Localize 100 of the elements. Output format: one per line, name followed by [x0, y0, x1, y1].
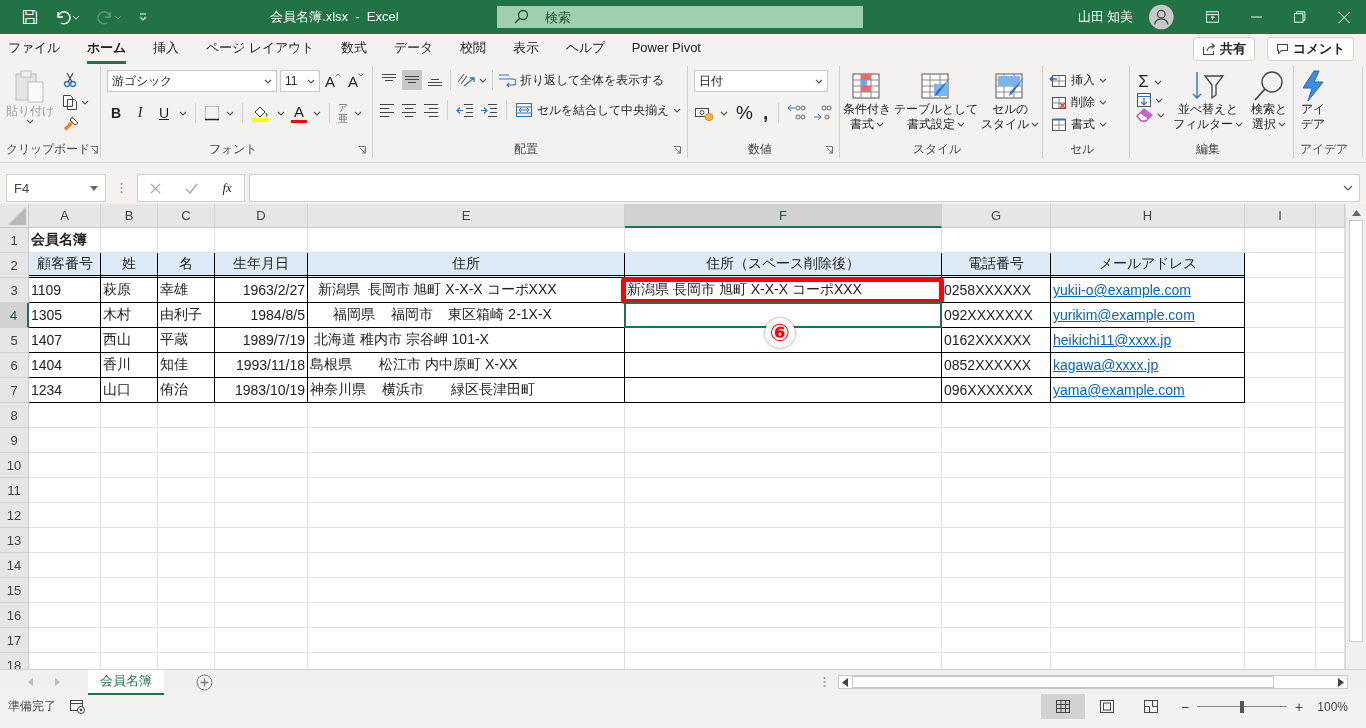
- row-header[interactable]: 7: [0, 378, 29, 403]
- share-button[interactable]: 共有: [1193, 37, 1255, 61]
- column-header[interactable]: D: [215, 204, 308, 228]
- decrease-decimal-icon[interactable]: [813, 104, 834, 122]
- ribbon-tab[interactable]: 校閲: [459, 34, 486, 64]
- zoom-level[interactable]: 100%: [1317, 699, 1348, 714]
- column-header[interactable]: I: [1245, 204, 1316, 228]
- row-header[interactable]: 2: [0, 253, 29, 278]
- row-header[interactable]: 18: [0, 653, 29, 669]
- dialog-launcher-icon[interactable]: [825, 146, 834, 154]
- zoom-in-button[interactable]: +: [1295, 698, 1304, 715]
- ideas-button[interactable]: アイ デア: [1300, 70, 1327, 132]
- accessibility-icon[interactable]: [70, 699, 86, 714]
- row-header[interactable]: 17: [0, 628, 29, 653]
- column-header[interactable]: H: [1051, 204, 1245, 228]
- ribbon-tab[interactable]: Power Pivot: [631, 36, 701, 62]
- orientation-icon[interactable]: [456, 72, 477, 88]
- row-header[interactable]: 10: [0, 453, 29, 478]
- minimize-icon[interactable]: [1251, 16, 1263, 18]
- ribbon-tab[interactable]: データ: [393, 34, 433, 64]
- ribbon-tab[interactable]: 表示: [512, 34, 539, 64]
- email-link[interactable]: yurikim@example.com: [1053, 307, 1195, 323]
- scroll-right-icon[interactable]: [1338, 677, 1344, 687]
- scissors-icon[interactable]: [62, 72, 78, 88]
- zoom-slider[interactable]: [1197, 700, 1288, 713]
- email-link[interactable]: yama@example.com: [1053, 382, 1185, 398]
- find-select-button[interactable]: 検索と 選択: [1251, 70, 1288, 132]
- eraser-icon[interactable]: [1136, 108, 1155, 122]
- row-header[interactable]: 14: [0, 553, 29, 578]
- row-header[interactable]: 15: [0, 578, 29, 603]
- decrease-indent-icon[interactable]: [456, 103, 475, 117]
- row-header[interactable]: 13: [0, 528, 29, 553]
- expand-icon[interactable]: [1343, 185, 1353, 191]
- zoom-slider-thumb[interactable]: [1240, 700, 1245, 713]
- comma-button[interactable]: ,: [760, 102, 771, 124]
- style-button[interactable]: 条件付き 書式: [843, 70, 892, 132]
- ribbon-display-icon[interactable]: [1205, 11, 1219, 23]
- font-color-button[interactable]: A: [291, 103, 307, 123]
- autosum-button[interactable]: Σ: [1136, 72, 1151, 92]
- save-icon[interactable]: [22, 9, 38, 25]
- horizontal-align-icon[interactable]: [423, 103, 440, 117]
- vertical-align-button[interactable]: [402, 70, 423, 90]
- normal-view-button[interactable]: [1040, 694, 1085, 719]
- horizontal-align-icon[interactable]: [379, 103, 396, 117]
- email-link[interactable]: yukii-o@example.com: [1053, 282, 1191, 298]
- row-header[interactable]: 9: [0, 428, 29, 453]
- ribbon-tab[interactable]: ファイル: [8, 34, 60, 64]
- column-header[interactable]: B: [101, 204, 158, 228]
- vertical-scrollbar[interactable]: [1345, 204, 1366, 669]
- ribbon-tab[interactable]: ページ レイアウト: [206, 34, 314, 64]
- email-link[interactable]: heikichi11@xxxx.jp: [1053, 332, 1172, 348]
- phonetic-button[interactable]: ア亜: [338, 102, 348, 124]
- increase-decimal-icon[interactable]: [787, 104, 808, 122]
- font-size-dropdown[interactable]: 11: [280, 70, 320, 92]
- column-header[interactable]: E: [308, 204, 625, 228]
- row-header[interactable]: 4: [0, 303, 29, 328]
- row-header[interactable]: 16: [0, 603, 29, 628]
- copy-icon[interactable]: [62, 94, 78, 110]
- user-name[interactable]: 山田 知美: [1077, 8, 1134, 26]
- grow-font-button[interactable]: A: [323, 72, 343, 90]
- style-button[interactable]: セルの スタイル: [981, 70, 1040, 132]
- font-style-button[interactable]: B: [107, 105, 125, 121]
- format-painter-icon[interactable]: [62, 116, 80, 132]
- cells-button[interactable]: 削除: [1049, 94, 1108, 111]
- percent-button[interactable]: %: [734, 102, 755, 124]
- column-header[interactable]: F: [625, 204, 942, 228]
- search-field[interactable]: 検索: [496, 6, 863, 28]
- number-format-dropdown[interactable]: 日付: [694, 70, 829, 92]
- ribbon-tab[interactable]: ホーム: [87, 34, 126, 64]
- ribbon-tab[interactable]: 数式: [340, 34, 367, 64]
- shrink-font-button[interactable]: A: [346, 72, 367, 90]
- scroll-up-icon[interactable]: [1351, 210, 1361, 216]
- formula-input[interactable]: [249, 174, 1360, 202]
- name-box[interactable]: F4: [6, 174, 106, 202]
- row-header[interactable]: 8: [0, 403, 29, 428]
- cells-button[interactable]: 書式: [1049, 116, 1108, 133]
- scroll-left-icon[interactable]: [842, 677, 848, 687]
- increase-indent-icon[interactable]: [480, 103, 499, 117]
- row-header[interactable]: 6: [0, 353, 29, 378]
- horizontal-scrollbar[interactable]: [838, 675, 1348, 689]
- row-header[interactable]: 3: [0, 278, 29, 303]
- fill-down-icon[interactable]: [1136, 92, 1153, 108]
- row-header[interactable]: 5: [0, 328, 29, 353]
- borders-icon[interactable]: [204, 105, 220, 121]
- font-style-button[interactable]: I: [131, 105, 149, 121]
- column-header[interactable]: G: [942, 204, 1051, 228]
- insert-function-button[interactable]: fx: [222, 180, 232, 196]
- comment-button[interactable]: コメント: [1267, 37, 1354, 61]
- font-style-button[interactable]: U: [155, 105, 173, 121]
- dialog-launcher-icon[interactable]: [358, 146, 367, 154]
- fill-color-icon[interactable]: [251, 104, 271, 122]
- cells-button[interactable]: 挿入: [1049, 72, 1108, 89]
- customize-icon[interactable]: [138, 12, 148, 22]
- dialog-launcher-icon[interactable]: [673, 146, 682, 154]
- dialog-launcher-icon[interactable]: [90, 146, 98, 154]
- style-button[interactable]: テーブルとして 書式設定: [894, 70, 979, 132]
- zoom-out-button[interactable]: −: [1180, 698, 1190, 715]
- add-sheet-icon[interactable]: [196, 673, 213, 691]
- horizontal-align-icon[interactable]: [401, 103, 418, 117]
- currency-icon[interactable]: [694, 105, 715, 121]
